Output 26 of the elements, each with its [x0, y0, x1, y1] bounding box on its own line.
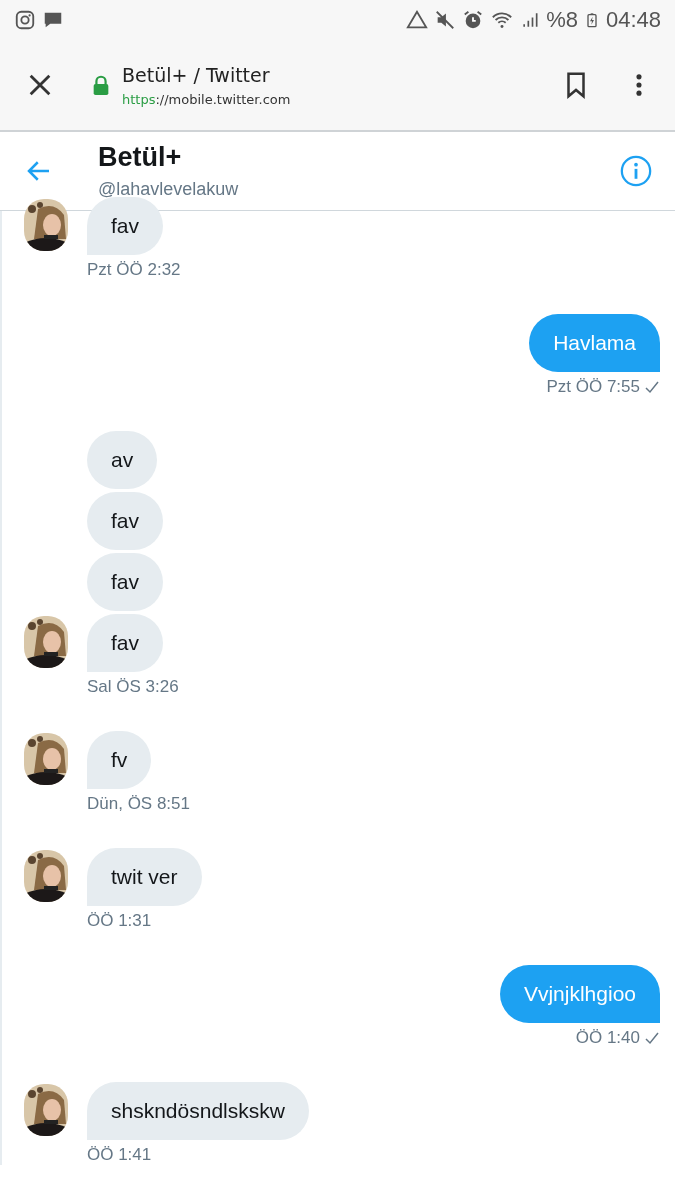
contact-name: Betül+ [98, 142, 183, 173]
info-icon[interactable] [619, 154, 653, 188]
instagram-icon [14, 9, 36, 31]
message-bubble: fav [87, 492, 163, 550]
clock: 04:48 [605, 7, 661, 33]
message-bubble: shskndösndlskskw [87, 1082, 309, 1140]
message-time: ÖÖ 1:40 [575, 1028, 640, 1048]
message-bubble: Vvjnjklhgioo [499, 965, 660, 1023]
message-bubble: av [87, 431, 158, 489]
message-bubble: Havlama [529, 314, 660, 372]
message-bubble: fav [87, 614, 163, 672]
mute-icon [434, 9, 457, 31]
message-bubble: twit ver [87, 848, 202, 906]
message-time: Pzt ÖÖ 2:32 [87, 260, 181, 280]
message-time: Dün, ÖS 8:51 [87, 794, 190, 814]
message-bubble: fv [87, 731, 152, 789]
message-time: Pzt ÖÖ 7:55 [546, 377, 640, 397]
message-time: ÖÖ 1:31 [87, 911, 152, 931]
message-time: Sal ÖS 3:26 [87, 677, 179, 697]
message-bubble: fav [87, 553, 163, 611]
message-bubble: fav [87, 197, 163, 255]
battery-percent: %8 [546, 7, 578, 33]
contact-handle: @lahavlevelakuw [98, 179, 240, 200]
page-title: Betül+ / Twitter [122, 63, 271, 86]
message-time: ÖÖ 1:41 [87, 1145, 152, 1165]
url-text: https://mobile.twitter.com [122, 91, 292, 107]
